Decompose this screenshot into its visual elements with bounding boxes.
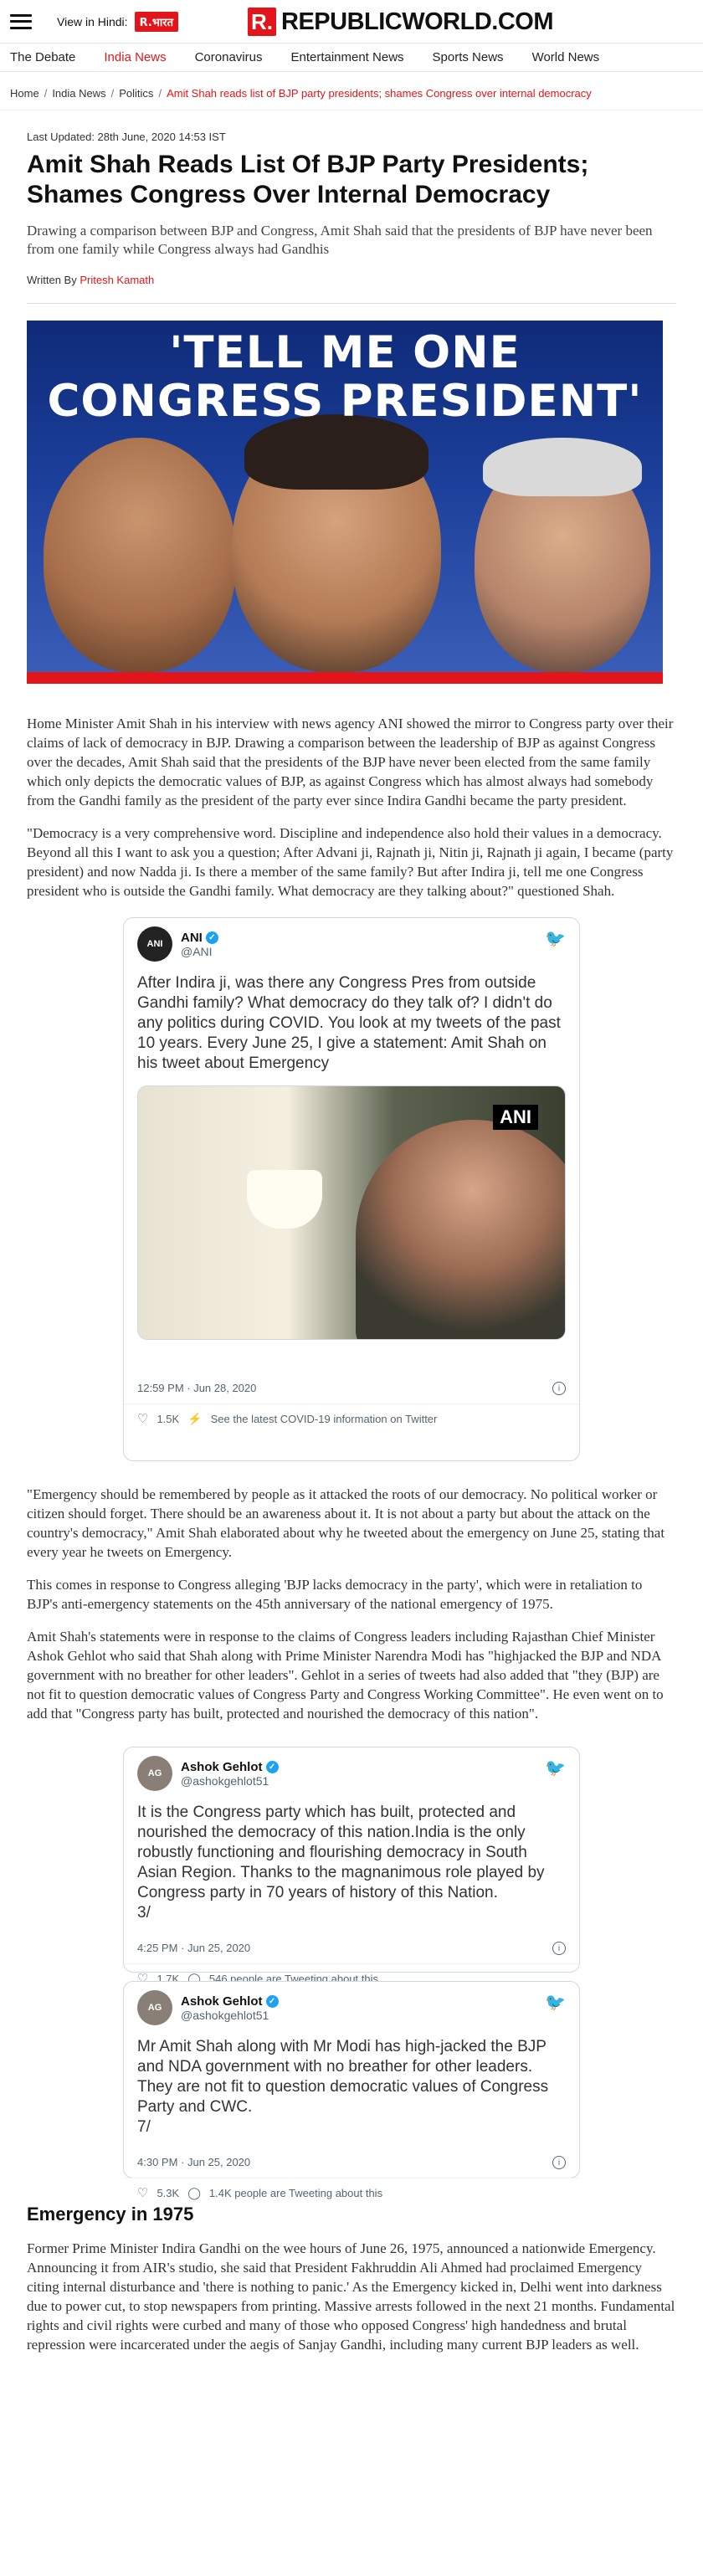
tweet-author-name: Ashok Gehlot — [181, 1994, 263, 2009]
hindi-label: View in Hindi: — [57, 14, 128, 28]
brand-mark: R. — [248, 8, 276, 36]
paragraph: Amit Shah's statements were in response … — [27, 1629, 664, 1722]
hero-image: 'TELL ME ONE CONGRESS PRESIDENT' Credit:… — [27, 321, 663, 684]
hero-portrait-left — [44, 438, 236, 672]
embedded-tweet[interactable]: 🐦 AG Ashok Gehlot ✓ @ashokgehlot51 It is… — [123, 1747, 580, 1986]
breadcrumb-separator: / — [158, 87, 162, 100]
byline-label: Written By — [27, 274, 77, 286]
tweet-author[interactable]: Ashok Gehlot ✓ — [181, 1994, 279, 2009]
comment-icon[interactable]: ◯ — [187, 2186, 201, 2200]
verified-badge-icon: ✓ — [265, 1760, 279, 1773]
paragraph: Former Prime Minister Indira Gandhi on t… — [27, 2240, 675, 2353]
hindi-switch[interactable]: View in Hindi: R.भारत — [57, 11, 178, 32]
avatar[interactable]: AG — [137, 1990, 172, 2025]
paragraph: "Emergency should be remembered by peopl… — [27, 1486, 665, 1560]
info-icon[interactable]: i — [552, 2156, 566, 2169]
breadcrumb-politics[interactable]: Politics — [119, 87, 153, 100]
heart-icon[interactable]: ♡ — [137, 1411, 148, 1426]
tweet-header: AG Ashok Gehlot ✓ @ashokgehlot51 — [124, 1982, 579, 2025]
article: Last Updated: 28th June, 2020 14:53 IST … — [0, 131, 703, 2354]
tweet-timestamp[interactable]: 4:30 PM · Jun 25, 2020 — [137, 2156, 250, 2169]
info-icon[interactable]: i — [552, 1382, 566, 1395]
avatar[interactable]: AG — [137, 1756, 172, 1791]
tweet-timestamp-row: 4:30 PM · Jun 25, 2020 i — [124, 2144, 579, 2178]
tweet-handle[interactable]: @ashokgehlot51 — [181, 2009, 279, 2022]
image-credit: Credit: PTI/ANI — [32, 672, 94, 682]
article-body: Home Minister Amit Shah in his interview… — [27, 714, 676, 2354]
embedded-tweet[interactable]: 🐦 AG Ashok Gehlot ✓ @ashokgehlot51 Mr Am… — [123, 1981, 580, 2200]
tweet-handle[interactable]: @ashokgehlot51 — [181, 1774, 279, 1788]
nav-item-the-debate[interactable]: The Debate — [10, 50, 75, 64]
embedded-tweet[interactable]: 🐦 ANI ANI ✓ @ANI After Indira ji, was th… — [123, 917, 580, 1461]
republic-bharat-logo[interactable]: R.भारत — [134, 11, 178, 32]
tweet-timestamp-row: 4:25 PM · Jun 25, 2020 i — [124, 1930, 579, 1964]
paragraph: This comes in response to Congress alleg… — [27, 1577, 643, 1612]
tweet-text: It is the Congress party which has built… — [137, 1804, 545, 1922]
tweet-actions: ♡ 1.5K ⚡ See the latest COVID-19 informa… — [124, 1404, 579, 1434]
tweet-handle[interactable]: @ANI — [181, 945, 218, 958]
nav-item-world-news[interactable]: World News — [532, 50, 600, 64]
avatar[interactable]: ANI — [137, 926, 172, 962]
tweet-author-name: ANI — [181, 930, 203, 945]
tweet-timestamp[interactable]: 12:59 PM · Jun 28, 2020 — [137, 1382, 256, 1395]
covid-info-icon: ⚡ — [187, 1411, 203, 1425]
info-icon[interactable]: i — [552, 1942, 566, 1955]
verified-badge-icon: ✓ — [205, 931, 218, 944]
twitter-bird-icon[interactable]: 🐦 — [545, 1758, 566, 1778]
tweet-timestamp[interactable]: 4:25 PM · Jun 25, 2020 — [137, 1942, 250, 1955]
lamp-shape — [247, 1170, 322, 1229]
breadcrumb-separator: / — [44, 87, 48, 100]
twitter-bird-icon[interactable]: 🐦 — [545, 928, 566, 949]
tweet-header: AG Ashok Gehlot ✓ @ashokgehlot51 — [124, 1747, 579, 1791]
speaker-figure — [356, 1120, 565, 1339]
tweet-author[interactable]: ANI ✓ — [181, 931, 218, 945]
tweet-video-thumbnail[interactable]: ANI — [137, 1085, 566, 1340]
verified-badge-icon: ✓ — [265, 1994, 279, 2008]
covid-info-link[interactable]: See the latest COVID-19 information on T… — [211, 1413, 438, 1425]
ani-watermark: ANI — [493, 1105, 538, 1130]
main-nav: The Debate India News Coronavirus Entert… — [0, 44, 703, 72]
menu-icon[interactable] — [10, 13, 32, 29]
tweet-text: After Indira ji, was there any Congress … — [137, 974, 561, 1072]
tweet-timestamp-row: 12:59 PM · Jun 28, 2020 i — [124, 1370, 579, 1404]
brand-name: REPUBLICWORLD.COM — [281, 8, 553, 35]
nav-item-coronavirus[interactable]: Coronavirus — [195, 50, 263, 64]
hero-portrait-right-hair — [483, 438, 642, 496]
byline: Written By Pritesh Kamath — [27, 274, 676, 304]
breadcrumb-home[interactable]: Home — [10, 87, 39, 100]
like-count: 1.5K — [157, 1412, 180, 1425]
like-count: 5.3K — [157, 2186, 180, 2199]
tweet-actions: ♡ 5.3K ◯ 1.4K people are Tweeting about … — [124, 2178, 579, 2209]
heart-icon[interactable]: ♡ — [137, 2185, 148, 2200]
tweet-author-name: Ashok Gehlot — [181, 1759, 263, 1774]
paragraph: "Democracy is a very comprehensive word.… — [27, 825, 674, 899]
hero-headline: 'TELL ME ONE CONGRESS PRESIDENT' — [47, 327, 643, 427]
nav-item-sports-news[interactable]: Sports News — [433, 50, 504, 64]
tweet-text: Mr Amit Shah along with Mr Modi has high… — [137, 2038, 549, 2136]
twitter-bird-icon[interactable]: 🐦 — [545, 1992, 566, 2013]
paragraph: Home Minister Amit Shah in his interview… — [27, 716, 674, 808]
last-updated: Last Updated: 28th June, 2020 14:53 IST — [27, 131, 226, 143]
article-title: Amit Shah Reads List Of BJP Party Presid… — [27, 151, 589, 208]
article-subtitle: Drawing a comparison between BJP and Con… — [27, 223, 653, 257]
breadcrumb-india-news[interactable]: India News — [52, 87, 105, 100]
nav-item-entertainment-news[interactable]: Entertainment News — [290, 50, 403, 64]
top-bar: View in Hindi: R.भारत R. REPUBLICWORLD.C… — [0, 0, 703, 44]
nav-item-india-news[interactable]: India News — [104, 50, 166, 64]
breadcrumb-current: Amit Shah reads list of BJP party presid… — [167, 87, 592, 100]
breadcrumb-separator: / — [110, 87, 115, 100]
site-logo[interactable]: R. REPUBLICWORLD.COM — [248, 8, 553, 36]
breadcrumb: Home / India News / Politics / Amit Shah… — [0, 72, 703, 110]
tweet-header: ANI ANI ✓ @ANI — [124, 918, 579, 962]
tweeting-about-count[interactable]: 1.4K people are Tweeting about this — [209, 2187, 382, 2199]
author-link[interactable]: Pritesh Kamath — [80, 274, 154, 286]
tweet-author[interactable]: Ashok Gehlot ✓ — [181, 1760, 279, 1774]
